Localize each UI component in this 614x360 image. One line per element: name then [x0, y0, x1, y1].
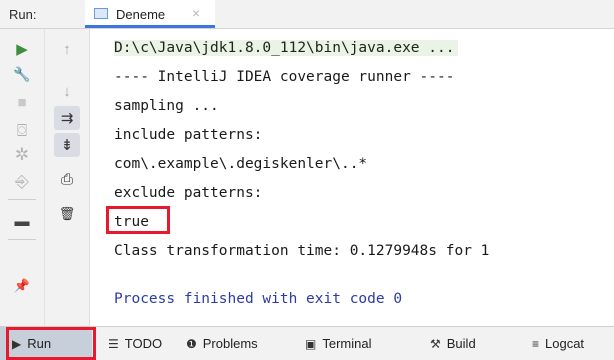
console-line: sampling ...: [114, 98, 219, 114]
left-toolbar: ▶ 🔧 ■ ⌼ ✲ ⎆ ▬ 📌: [0, 29, 45, 326]
console-line-command[interactable]: D:\c\Java\jdk1.8.0_112\bin\java.exe ...: [114, 40, 459, 56]
window-icon: [94, 8, 108, 19]
console-line: com\.example\.degiskenler\..*: [114, 156, 368, 172]
console-line: exclude patterns:: [114, 185, 263, 201]
console-output[interactable]: D:\c\Java\jdk1.8.0_112\bin\java.exe ... …: [90, 29, 614, 326]
print-icon[interactable]: ⎙: [54, 167, 80, 191]
run-label: Run:: [9, 7, 37, 22]
camera-icon[interactable]: ⌼: [9, 118, 35, 142]
stop-icon[interactable]: ■: [9, 90, 35, 114]
logcat-icon: ≡: [532, 337, 540, 351]
bottom-tab-label: Terminal: [322, 336, 372, 351]
highlight-box: [6, 327, 96, 360]
bug-icon[interactable]: ✲: [9, 142, 35, 166]
bottom-tab-terminal[interactable]: ▣ Terminal: [305, 336, 371, 351]
bottom-tab-label: Problems: [202, 336, 258, 351]
console-toolbar: ↑ ↓ ⇉ ⇟ ⎙ 🗑: [45, 29, 90, 326]
terminal-icon: ▣: [305, 337, 317, 351]
layout-icon[interactable]: ▬: [9, 209, 35, 233]
tab-deneme[interactable]: Deneme ×: [85, 0, 215, 28]
bottom-tab-label: TODO: [124, 336, 163, 351]
down-arrow-icon[interactable]: ↓: [54, 79, 80, 103]
exit-code-message: Process finished with exit code 0: [114, 291, 403, 307]
wrench-icon[interactable]: 🔧: [9, 62, 35, 86]
pin-icon[interactable]: 📌: [9, 273, 35, 297]
bottom-tab-build[interactable]: ⚒ Build: [430, 336, 476, 351]
login-icon[interactable]: ⎆: [9, 169, 35, 193]
tab-title: Deneme: [116, 7, 166, 22]
up-arrow-icon[interactable]: ↑: [54, 37, 80, 61]
bottom-tab-label: Logcat: [545, 336, 585, 351]
soft-wrap-icon[interactable]: ⇉: [54, 106, 80, 130]
highlight-box: [106, 206, 170, 234]
problems-icon: ❶: [186, 337, 197, 351]
bottom-tab-label: Build: [446, 336, 476, 351]
bottom-toolbar: ▶ Run ☰ TODO ❶ Problems ▣ Terminal ⚒ Build ≡ L…: [0, 326, 614, 360]
close-icon[interactable]: ×: [192, 5, 200, 21]
trash-icon[interactable]: 🗑: [54, 201, 80, 225]
toolbar-divider: [8, 199, 36, 200]
hammer-icon: ⚒: [430, 337, 441, 351]
bottom-tab-problems[interactable]: ❶ Problems: [186, 336, 258, 351]
scroll-to-end-icon[interactable]: ⇟: [54, 133, 80, 157]
console-line: include patterns:: [114, 127, 263, 143]
run-tool-window-header: Run: Deneme ×: [0, 0, 614, 29]
bottom-tab-logcat[interactable]: ≡ Logcat: [532, 336, 584, 351]
rerun-icon[interactable]: ▶: [9, 37, 35, 61]
list-icon: ☰: [108, 337, 119, 351]
bottom-tab-todo[interactable]: ☰ TODO: [108, 336, 162, 351]
console-line: Class transformation time: 0.1279948s fo…: [114, 243, 490, 259]
console-line: ---- IntelliJ IDEA coverage runner ----: [114, 69, 455, 85]
toolbar-divider: [8, 239, 36, 240]
